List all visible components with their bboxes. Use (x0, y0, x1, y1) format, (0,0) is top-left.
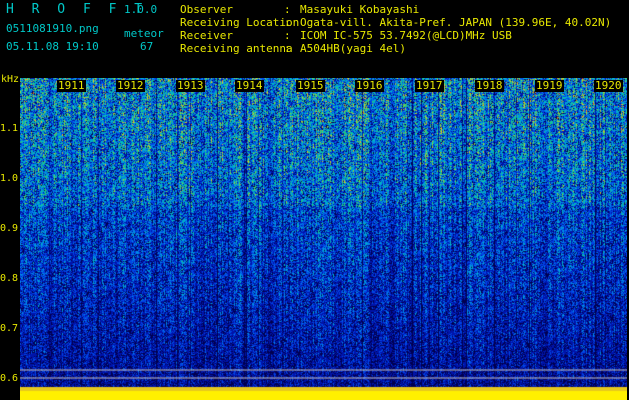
info-location-label: Receiving Location (180, 16, 300, 29)
detection-count: 67 (140, 40, 154, 53)
time-tick-label: 1918 (475, 79, 504, 92)
time-tick-label: 1916 (355, 79, 384, 92)
info-antenna-sep: : (284, 42, 291, 55)
info-antenna-label: Receiving antenna (180, 42, 293, 55)
info-observer-sep: : (284, 3, 291, 16)
spectrogram-canvas[interactable] (20, 78, 627, 400)
info-observer-label: Observer (180, 3, 233, 16)
y-tick-label: 1.0 (0, 173, 19, 184)
y-tick-label: 0.7 (0, 323, 19, 334)
y-tick-label: 0.9 (0, 223, 19, 234)
time-tick-label: 1914 (235, 79, 264, 92)
info-receiver-sep: : (284, 29, 291, 42)
time-tick-label: 1911 (57, 79, 86, 92)
info-antenna-value: A504HB(yagi 4el) (300, 42, 406, 55)
time-tick-label: 1920 (594, 79, 623, 92)
y-tick-label: 0.8 (0, 273, 19, 284)
time-tick-label: 1913 (176, 79, 205, 92)
info-receiver-value: ICOM IC-575 53.7492(@LCD)MHz USB (300, 29, 512, 42)
time-tick-label: 1919 (535, 79, 564, 92)
file-datetime: 05.11.08 19:10 (6, 40, 99, 53)
time-tick-label: 1917 (415, 79, 444, 92)
info-location-sep: : (284, 16, 291, 29)
y-tick-label: 1.1 (0, 123, 19, 134)
app-version: 1.0.0 (124, 3, 158, 16)
file-name: 0511081910.png (6, 22, 99, 35)
time-tick-label: 1915 (296, 79, 325, 92)
y-tick-label: 0.6 (0, 373, 19, 384)
time-tick-label: 1912 (116, 79, 145, 92)
info-observer-value: Masayuki Kobayashi (300, 3, 420, 16)
y-axis-unit: kHz (1, 74, 20, 85)
detection-type: meteor (124, 27, 164, 40)
info-location-value: Ogata-vill. Akita-Pref. JAPAN (139.96E, … (300, 16, 612, 29)
info-receiver-label: Receiver (180, 29, 233, 42)
